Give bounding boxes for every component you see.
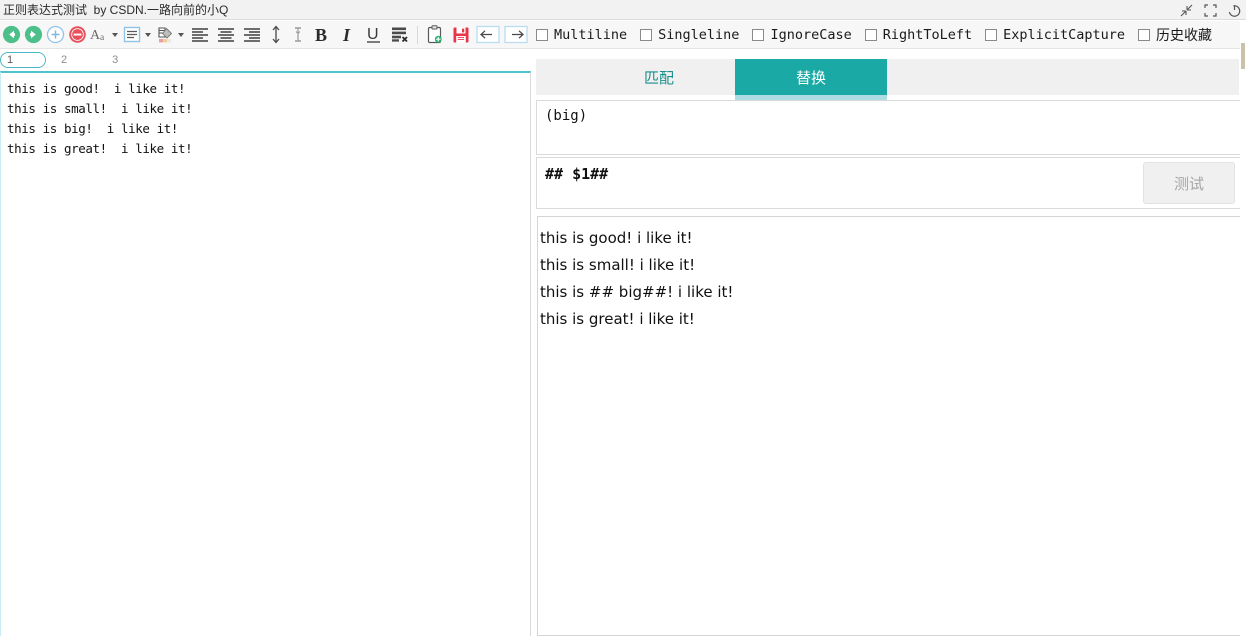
option-label: 历史收藏 (1156, 28, 1213, 44)
test-button[interactable]: 测试 (1143, 162, 1235, 204)
zoom-out-icon[interactable] (66, 22, 88, 48)
page-tab-2[interactable]: 2 (55, 53, 73, 67)
result-output-area: this is good! i like it! this is small! … (537, 216, 1246, 636)
window-title: 正则表达式测试 by CSDN.一路向前的小Q (3, 3, 229, 17)
tab-match[interactable]: 匹配 (583, 59, 735, 95)
align-left-icon[interactable] (187, 22, 213, 48)
maximize-icon[interactable] (1203, 3, 1218, 18)
bold-icon[interactable]: B (309, 22, 335, 48)
regex-options-row: Multiline Singleline IgnoreCase RightToL… (536, 21, 1246, 49)
zoom-in-icon[interactable] (44, 22, 66, 48)
editor-line: this is good! i like it! (7, 81, 186, 96)
text-color-icon[interactable] (154, 22, 176, 48)
result-line: this is good! i like it! (540, 229, 693, 247)
option-righttoleft[interactable]: RightToLeft (864, 27, 973, 43)
regex-pattern-value: (big) (545, 108, 588, 124)
tab-replace[interactable]: 替换 (735, 59, 887, 95)
option-label: Singleline (658, 27, 740, 43)
save-icon[interactable] (448, 22, 474, 48)
char-spacing-icon[interactable] (287, 22, 309, 48)
option-label: Multiline (554, 27, 628, 43)
align-right-icon[interactable] (239, 22, 265, 48)
underline-icon[interactable]: U (361, 22, 387, 48)
toolbar-divider (417, 25, 418, 44)
font-dropdown-caret-icon[interactable] (112, 32, 118, 37)
editor-line: this is great! i like it! (7, 141, 193, 156)
paragraph-dropdown-caret-icon[interactable] (145, 32, 151, 37)
page-tab-1[interactable]: 1 (0, 52, 46, 68)
toolbar-left-group: A a B I U (0, 21, 530, 49)
regex-pattern-input[interactable]: (big) (536, 100, 1246, 155)
option-singleline[interactable]: Singleline (640, 27, 739, 43)
option-label: IgnoreCase (770, 27, 852, 43)
window-scrollbar[interactable] (1240, 21, 1246, 636)
scrollbar-thumb[interactable] (1241, 43, 1245, 69)
replacement-input[interactable]: ## $1## (536, 157, 1246, 209)
result-line: this is small! i like it! (540, 256, 696, 274)
paragraph-icon[interactable] (121, 22, 143, 48)
font-icon[interactable]: A a (88, 22, 110, 48)
clear-format-icon[interactable] (387, 22, 413, 48)
editor-line: this is big! i like it! (7, 121, 179, 136)
checkbox-singleline-icon[interactable] (640, 29, 653, 41)
checkbox-explicitcapture-icon[interactable] (985, 29, 998, 41)
page-tab-3[interactable]: 3 (106, 53, 124, 67)
export-icon[interactable] (502, 22, 530, 48)
align-center-icon[interactable] (213, 22, 239, 48)
option-multiline[interactable]: Multiline (536, 27, 627, 43)
option-ignorecase[interactable]: IgnoreCase (752, 27, 852, 43)
line-spacing-icon[interactable] (265, 22, 287, 48)
svg-text:B: B (315, 25, 327, 45)
option-label: ExplicitCapture (1003, 27, 1126, 43)
option-history-favorites[interactable]: 历史收藏 (1138, 25, 1212, 45)
checkbox-history-favorites-icon[interactable] (1138, 29, 1151, 41)
regex-panel: 匹配 替换 (big) ## $1## 测试 this is good! i l… (536, 50, 1246, 636)
svg-text:I: I (342, 25, 351, 45)
checkbox-ignorecase-icon[interactable] (752, 29, 765, 41)
option-explicitcapture[interactable]: ExplicitCapture (985, 27, 1125, 43)
checkbox-multiline-icon[interactable] (536, 29, 548, 41)
restore-down-icon[interactable] (1179, 3, 1194, 18)
option-label: RightToLeft (882, 27, 973, 43)
checkbox-righttoleft-icon[interactable] (864, 29, 877, 41)
svg-text:a: a (100, 33, 105, 43)
import-icon[interactable] (474, 22, 502, 48)
title-bar: 正则表达式测试 by CSDN.一路向前的小Q (0, 0, 1246, 20)
result-line: this is great! i like it! (540, 310, 695, 328)
back-icon[interactable] (0, 22, 22, 48)
text-color-dropdown-caret-icon[interactable] (178, 32, 184, 37)
editor-line: this is small! i like it! (7, 101, 193, 116)
result-line: this is ## big##! i like it! (540, 283, 734, 301)
source-text-editor[interactable]: this is good! i like it! this is small! … (0, 71, 531, 636)
power-close-icon[interactable] (1227, 3, 1242, 18)
italic-icon[interactable]: I (335, 22, 361, 48)
svg-text:U: U (367, 26, 379, 43)
page-tab-strip: 1 2 3 (0, 50, 531, 70)
window-controls (1179, 0, 1242, 20)
forward-icon[interactable] (22, 22, 44, 48)
mode-tab-bar: 匹配 替换 (536, 59, 1239, 95)
paste-icon[interactable] (422, 22, 448, 48)
replacement-value: ## $1## (545, 165, 609, 183)
